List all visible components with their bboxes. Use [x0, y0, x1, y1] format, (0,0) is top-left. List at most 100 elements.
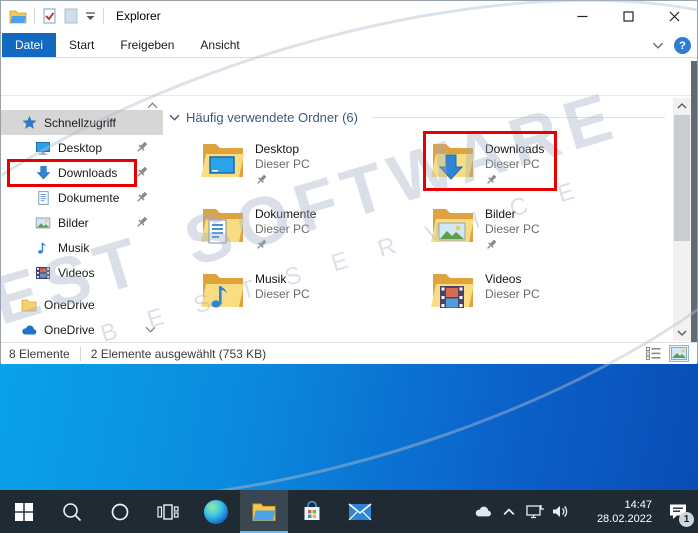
sidebar-item-musik[interactable]: Musik: [1, 235, 163, 260]
desktop-monitor-icon: [35, 140, 51, 156]
tile-name: Musik: [255, 272, 310, 287]
properties-check-icon[interactable]: [42, 8, 57, 24]
file-list-pane: Häufig verwendete Ordner (6) Desktop: [163, 96, 673, 341]
task-view-icon: [157, 503, 179, 521]
group-header[interactable]: Häufig verwendete Ordner (6): [169, 110, 665, 125]
cortana-button[interactable]: [96, 490, 144, 533]
sidebar-scroll-up-icon[interactable]: [147, 102, 158, 109]
pin-icon: [485, 238, 498, 251]
sidebar-item-label: OneDrive: [44, 323, 95, 337]
tab-datei[interactable]: Datei: [2, 33, 56, 57]
sidebar-item-onedrive-folder[interactable]: OneDrive: [1, 292, 163, 317]
action-center-button[interactable]: 1: [658, 490, 698, 533]
tile-desktop[interactable]: Desktop Dieser PC: [199, 137, 429, 202]
sidebar-item-desktop[interactable]: Desktop: [1, 135, 163, 160]
system-tray: 14:47 28.02.2022 1: [470, 490, 698, 533]
group-collapse-chevron-icon[interactable]: [169, 114, 180, 121]
tab-start[interactable]: Start: [56, 33, 107, 57]
pin-icon: [135, 165, 149, 179]
tile-musik[interactable]: Musik Dieser PC: [199, 267, 429, 332]
folder-videos-icon: [429, 269, 477, 313]
sidebar-item-label: Musik: [58, 241, 89, 255]
window-controls: [559, 1, 697, 31]
desktop-wallpaper: [0, 363, 698, 490]
sidebar-item-bilder[interactable]: Bilder: [1, 210, 163, 235]
qat-customize-chevron-icon[interactable]: [85, 12, 96, 21]
tab-ansicht[interactable]: Ansicht: [187, 33, 252, 57]
tile-name: Videos: [485, 272, 540, 287]
minimize-button[interactable]: [559, 1, 605, 31]
tile-name: Desktop: [255, 142, 310, 157]
taskbar-search-button[interactable]: [48, 490, 96, 533]
new-item-icon[interactable]: [64, 8, 78, 24]
explorer-icon: [252, 502, 276, 522]
folder-music-icon: [199, 269, 247, 313]
tile-bilder[interactable]: Bilder Dieser PC: [429, 202, 659, 267]
sidebar-item-onedrive-cloud[interactable]: OneDrive: [1, 317, 163, 341]
sidebar-item-downloads[interactable]: Downloads: [1, 160, 163, 185]
scrollbar-thumb[interactable]: [674, 115, 690, 241]
mail-button[interactable]: [336, 490, 384, 533]
tile-downloads[interactable]: Downloads Dieser PC: [429, 137, 659, 202]
download-arrow-icon: [35, 165, 51, 181]
sidebar-scroll-down-icon[interactable]: [145, 326, 156, 333]
tile-dokumente[interactable]: Dokumente Dieser PC: [199, 202, 429, 267]
sidebar-item-label: Videos: [58, 266, 94, 280]
tile-location: Dieser PC: [255, 157, 310, 172]
folder-icon: [21, 297, 37, 313]
minimize-icon: [577, 11, 588, 22]
content-area: Schnellzugriff Desktop Downloads: [1, 96, 697, 341]
pin-icon: [135, 190, 149, 204]
picture-icon: [35, 215, 51, 231]
folder-documents-icon: [199, 204, 247, 248]
view-thumbnails-button[interactable]: [669, 345, 689, 362]
tile-name: Dokumente: [255, 207, 316, 222]
sidebar-item-label: Bilder: [58, 216, 89, 230]
sidebar-item-schnellzugriff[interactable]: Schnellzugriff: [1, 110, 163, 135]
address-row: Schnellzugriff: [1, 58, 697, 96]
store-button[interactable]: [288, 490, 336, 533]
window-title: Explorer: [116, 9, 161, 23]
network-icon[interactable]: [522, 490, 548, 533]
edge-button[interactable]: [192, 490, 240, 533]
ribbon-collapse-chevron-icon[interactable]: [652, 42, 664, 49]
divider: [80, 347, 81, 361]
explorer-window: Explorer Datei Start Freigeben Ansicht: [0, 0, 698, 363]
task-view-button[interactable]: [144, 490, 192, 533]
scroll-down-icon[interactable]: [673, 325, 691, 341]
search-icon: [61, 501, 83, 523]
taskbar-clock[interactable]: 14:47 28.02.2022: [574, 498, 658, 526]
sidebar-item-label: Desktop: [58, 141, 102, 155]
scroll-up-icon[interactable]: [673, 98, 691, 114]
pin-icon: [255, 173, 268, 186]
group-header-label: Häufig verwendete Ordner (6): [186, 110, 358, 125]
pin-icon: [485, 173, 498, 186]
explorer-button[interactable]: [240, 490, 288, 533]
tab-freigeben[interactable]: Freigeben: [107, 33, 187, 57]
close-button[interactable]: [651, 1, 697, 31]
vertical-scrollbar[interactable]: [673, 98, 691, 341]
maximize-button[interactable]: [605, 1, 651, 31]
store-icon: [301, 501, 323, 523]
folder-downloads-icon: [429, 139, 477, 183]
windows-logo-icon: [14, 502, 34, 522]
status-bar: 8 Elemente 2 Elemente ausgewählt (753 KB…: [1, 342, 697, 364]
pin-icon: [255, 238, 268, 251]
sidebar-item-label: OneDrive: [44, 298, 95, 312]
view-details-button[interactable]: [643, 345, 663, 362]
sidebar-item-dokumente[interactable]: Dokumente: [1, 185, 163, 210]
tray-chevron-up-icon[interactable]: [496, 490, 522, 533]
document-icon: [35, 190, 51, 206]
sidebar-item-videos[interactable]: Videos: [1, 260, 163, 285]
help-icon[interactable]: ?: [674, 37, 691, 54]
quick-access-star-icon: [21, 115, 37, 131]
volume-icon[interactable]: [548, 490, 574, 533]
start-button[interactable]: [0, 490, 48, 533]
edge-icon: [204, 500, 228, 524]
onedrive-tray-icon[interactable]: [470, 490, 496, 533]
close-icon: [669, 11, 680, 22]
pin-icon: [135, 140, 149, 154]
tile-videos[interactable]: Videos Dieser PC: [429, 267, 659, 332]
tile-location: Dieser PC: [255, 222, 316, 237]
folder-desktop-icon: [199, 139, 247, 183]
